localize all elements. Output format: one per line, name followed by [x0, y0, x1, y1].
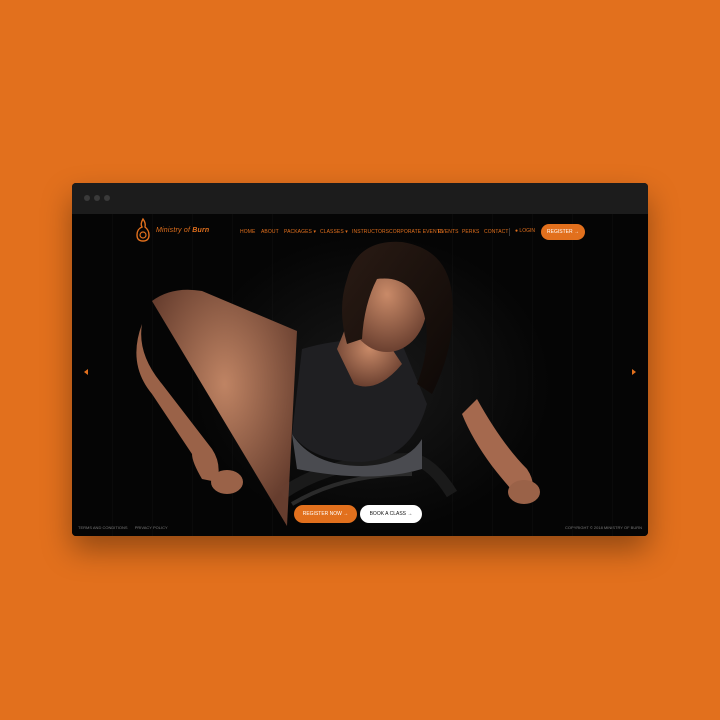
- browser-window: Ministry of Burn Home About Packages ▾ C…: [72, 183, 648, 536]
- register-now-button[interactable]: Register Now →: [294, 505, 357, 523]
- nav-item-about[interactable]: About: [261, 229, 279, 235]
- window-dot: [84, 195, 90, 201]
- caret-down-icon: ▾: [345, 229, 348, 235]
- flame-logo-icon: [136, 217, 150, 242]
- window-dot: [94, 195, 100, 201]
- footer-links: Terms and Conditions Privacy Policy: [78, 525, 174, 530]
- nav-item-perks[interactable]: Perks: [462, 229, 479, 235]
- caret-down-icon: ▾: [313, 229, 317, 235]
- copyright-text: Copyright © 2018 Ministry of Burn: [565, 525, 642, 530]
- nav-item-packages[interactable]: Packages ▾: [284, 229, 316, 235]
- login-link[interactable]: ● Login: [515, 228, 535, 234]
- nav-divider: [509, 228, 510, 236]
- window-titlebar: [72, 183, 648, 214]
- nav-item-contact[interactable]: Contact: [484, 229, 509, 235]
- chevron-left-icon[interactable]: [84, 369, 88, 375]
- arrow-right-icon: →: [407, 511, 413, 517]
- site-logo[interactable]: Ministry of Burn: [134, 217, 212, 245]
- arrow-right-icon: →: [573, 229, 579, 235]
- nav-item-events[interactable]: Events: [438, 229, 459, 235]
- nav-item-corporate-events[interactable]: Corporate Events: [389, 229, 443, 235]
- terms-link[interactable]: Terms and Conditions: [78, 525, 128, 530]
- nav-item-home[interactable]: Home: [240, 229, 255, 235]
- logo-wordmark: Ministry of Burn: [156, 227, 210, 234]
- hero-section: Ministry of Burn Home About Packages ▾ C…: [72, 214, 648, 536]
- hero-image: [136, 241, 540, 526]
- nav-item-classes[interactable]: Classes ▾: [320, 229, 348, 235]
- chevron-right-icon[interactable]: [632, 369, 636, 375]
- arrow-right-icon: →: [343, 511, 349, 517]
- window-dot: [104, 195, 110, 201]
- privacy-link[interactable]: Privacy Policy: [135, 525, 168, 530]
- register-button[interactable]: Register →: [541, 224, 585, 240]
- book-class-button[interactable]: Book a Class →: [360, 505, 422, 523]
- nav-item-instructors[interactable]: Instructors: [352, 229, 389, 235]
- user-circle-icon: ●: [515, 228, 519, 234]
- site-navbar: Ministry of Burn Home About Packages ▾ C…: [72, 214, 648, 250]
